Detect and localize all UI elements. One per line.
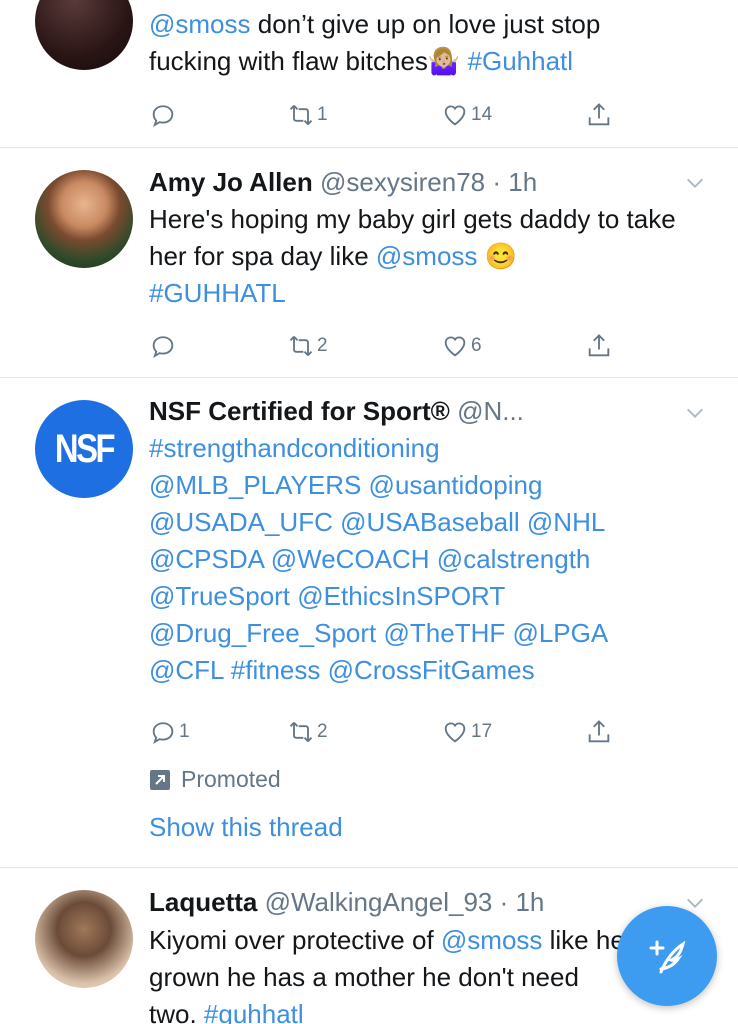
tweet-body: Kiyomi over protective of @smoss like he… [149, 922, 628, 1024]
mention-link[interactable]: @smoss [376, 241, 478, 271]
retweet-icon [289, 105, 313, 125]
share-icon [588, 103, 610, 126]
user-handle[interactable]: @N... [457, 396, 524, 426]
retweet-button[interactable]: 2 [287, 330, 328, 362]
reply-icon [152, 105, 174, 127]
share-button[interactable] [585, 330, 613, 362]
heart-icon [444, 722, 466, 743]
like-count: 14 [471, 104, 493, 125]
retweet-count: 1 [317, 104, 328, 125]
tweet-text: Kiyomi over protective of [149, 925, 441, 955]
smile-emoji: 😊 [477, 241, 518, 271]
like-count: 6 [471, 335, 482, 356]
retweet-count: 2 [317, 721, 328, 742]
compose-tweet-icon [649, 940, 686, 974]
tweet-1[interactable]: @smoss don’t give up on love just stop f… [0, 0, 738, 148]
reply-icon [152, 336, 174, 358]
retweet-button[interactable]: 1 [287, 99, 328, 131]
tweet-2[interactable]: Amy Jo Allen @sexysiren78 · 1h Here's ho… [0, 148, 738, 378]
avatar[interactable] [35, 170, 133, 268]
avatar[interactable] [35, 0, 133, 70]
mention-link[interactable]: @smoss [149, 9, 251, 39]
spacer-text [460, 46, 467, 76]
hashtag-link[interactable]: #GUHHATL [149, 278, 286, 308]
tweet-body[interactable]: #strengthandconditioning @MLB_PLAYERS @u… [149, 430, 638, 689]
tweet-3-promoted[interactable]: NSF NSF Certified for Sport® @N... #stre… [0, 378, 738, 868]
reply-button[interactable]: 1 [149, 716, 190, 748]
tweet-actions: 2 6 [149, 330, 629, 362]
hashtag-link[interactable]: #Guhhatl [468, 46, 574, 76]
tweet-time: · 1h [492, 167, 538, 197]
chevron-down-icon[interactable] [684, 402, 706, 424]
retweet-icon [289, 336, 313, 356]
retweet-button[interactable]: 2 [287, 716, 328, 748]
tweet-body: Here's hoping my baby girl gets daddy to… [149, 201, 678, 312]
compose-tweet-button[interactable] [617, 906, 717, 1006]
avatar[interactable] [35, 890, 133, 988]
heart-icon [444, 105, 466, 126]
mention-link[interactable]: @smoss [441, 925, 543, 955]
hashtag-link[interactable]: #guhhatl [204, 999, 304, 1024]
reply-icon [152, 722, 174, 744]
avatar[interactable]: NSF [35, 400, 133, 498]
show-thread-link[interactable]: Show this thread [149, 812, 343, 843]
share-button[interactable] [585, 716, 613, 748]
display-name[interactable]: Laquetta [149, 887, 257, 917]
heart-icon [444, 336, 466, 357]
share-button[interactable] [585, 99, 613, 131]
promoted-label: Promoted [149, 766, 281, 793]
user-handle[interactable]: @WalkingAngel_93 [265, 887, 493, 917]
reply-count: 1 [179, 721, 190, 742]
display-name[interactable]: Amy Jo Allen [149, 167, 313, 197]
reply-button[interactable] [149, 99, 179, 131]
tweet-time: · 1h [499, 887, 545, 917]
retweet-icon [289, 722, 313, 742]
share-icon [588, 334, 610, 357]
tweet-actions: 1 14 [149, 99, 629, 131]
like-button[interactable]: 6 [441, 330, 482, 362]
shrug-emoji: 🤷🏼‍♀️ [427, 46, 461, 76]
tweet-header: Amy Jo Allen @sexysiren78 · 1h [149, 166, 708, 198]
promoted-text: Promoted [181, 766, 281, 792]
like-count: 17 [471, 721, 493, 742]
tweet-actions: 1 2 17 [149, 716, 629, 748]
retweet-count: 2 [317, 335, 328, 356]
display-name[interactable]: NSF Certified for Sport® [149, 396, 450, 426]
reply-button[interactable] [149, 330, 179, 362]
user-handle[interactable]: @sexysiren78 [320, 167, 485, 197]
like-button[interactable]: 14 [441, 99, 492, 131]
like-button[interactable]: 17 [441, 716, 492, 748]
chevron-down-icon[interactable] [684, 172, 706, 194]
nsf-logo: NSF [54, 426, 116, 471]
tweet-body: @smoss don’t give up on love just stop f… [149, 6, 678, 80]
share-icon [588, 720, 610, 743]
tweet-header: NSF Certified for Sport® @N... [149, 395, 708, 427]
promoted-icon [150, 769, 170, 790]
tweet-header: Laquetta @WalkingAngel_93 · 1h [149, 886, 708, 918]
